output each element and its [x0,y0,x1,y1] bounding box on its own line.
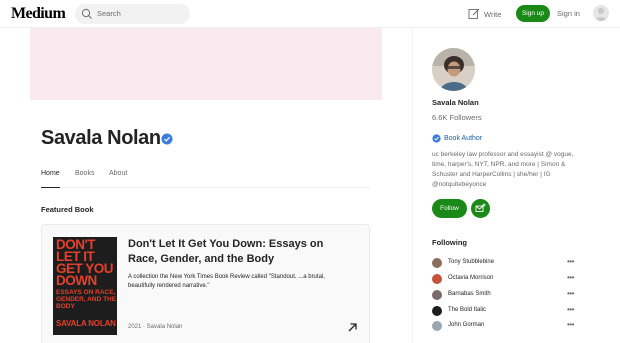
book-meta: 2021 · Savala Nolan [128,324,183,330]
following-name[interactable]: Tony Stubblebine [448,259,494,265]
arrow-up-right-icon[interactable] [347,322,358,333]
book-author-badge: Book Author [432,134,482,143]
following-name[interactable]: The Bold Italic [448,307,486,313]
user-avatar-icon[interactable] [593,5,609,21]
top-navbar: Medium Search Write Sign up Sign in [0,0,620,28]
tab-home[interactable]: Home [41,170,60,177]
write-icon [468,8,480,19]
profile-banner [30,28,382,100]
tab-books[interactable]: Books [75,170,94,177]
more-icon[interactable]: ••• [567,320,574,329]
author-bio: uc berkeley law professor and essayist @… [432,151,574,188]
cover-subtitle: ESSAYS ON RACE, GENDER, AND THE BODY [56,289,117,310]
following-heading: Following [432,238,467,247]
mail-plus-icon [475,203,486,212]
following-item[interactable]: Barnabas Smith ••• [432,289,577,301]
book-title[interactable]: Don't Let It Get You Down: Essays on Rac… [128,237,333,267]
active-tab-underline [41,187,60,188]
following-item[interactable]: Octavia Morrison ••• [432,273,577,285]
book-author-icon [432,134,441,143]
search-placeholder: Search [97,9,121,18]
following-item[interactable]: John Gorman ••• [432,320,577,332]
avatar [432,274,442,284]
avatar [432,321,442,331]
followers-count[interactable]: 6.6K Followers [432,113,482,122]
sidebar-author-name[interactable]: Savala Nolan [432,98,479,107]
avatar [432,290,442,300]
following-name[interactable]: John Gorman [448,322,484,328]
more-icon[interactable]: ••• [567,305,574,314]
book-description: A collection the New York Times Book Rev… [128,274,325,289]
book-cover[interactable]: DON'T LET IT GET YOU DOWN ESSAYS ON RACE… [53,237,117,335]
more-icon[interactable]: ••• [567,273,574,282]
profile-name: Savala Nolan [41,127,161,149]
tab-about[interactable]: About [109,170,127,177]
subscribe-button[interactable] [471,199,490,218]
signup-button[interactable]: Sign up [516,5,550,22]
cover-author: SAVALA NOLAN [56,319,116,328]
signin-link[interactable]: Sign in [557,9,580,18]
more-icon[interactable]: ••• [567,257,574,266]
search-bar[interactable]: Search [75,4,190,24]
verified-badge-icon [161,133,173,145]
avatar [432,306,442,316]
more-icon[interactable]: ••• [567,289,574,298]
following-name[interactable]: Octavia Morrison [448,275,493,281]
avatar [432,258,442,268]
cover-title: DON'T LET IT GET YOU DOWN [56,237,114,288]
search-icon [81,8,92,19]
following-item[interactable]: The Bold Italic ••• [432,305,577,317]
book-author-label: Book Author [444,135,483,142]
follow-button[interactable]: Follow [432,199,467,218]
write-button[interactable]: Write [468,7,501,21]
profile-photo [432,48,475,91]
sidebar-divider [412,28,413,343]
following-item[interactable]: Tony Stubblebine ••• [432,257,577,269]
medium-logo[interactable]: Medium [11,5,66,23]
following-name[interactable]: Barnabas Smith [448,291,491,297]
featured-book-heading: Featured Book [41,205,94,214]
profile-tabs: Home Books About [41,170,370,188]
write-label: Write [484,9,502,19]
